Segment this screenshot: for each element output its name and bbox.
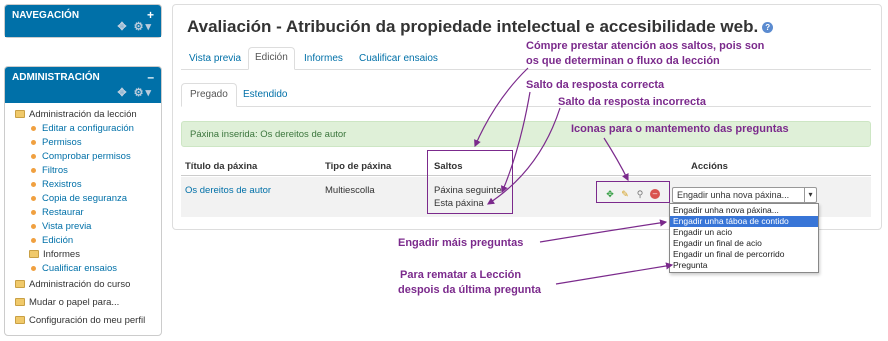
arrow-finish (555, 262, 674, 285)
annotation-arrows (474, 67, 674, 285)
arrow-add-more (539, 219, 668, 243)
arrow-icons (603, 137, 629, 182)
arrow-jumps (474, 67, 529, 148)
arrow-correct (501, 91, 531, 194)
